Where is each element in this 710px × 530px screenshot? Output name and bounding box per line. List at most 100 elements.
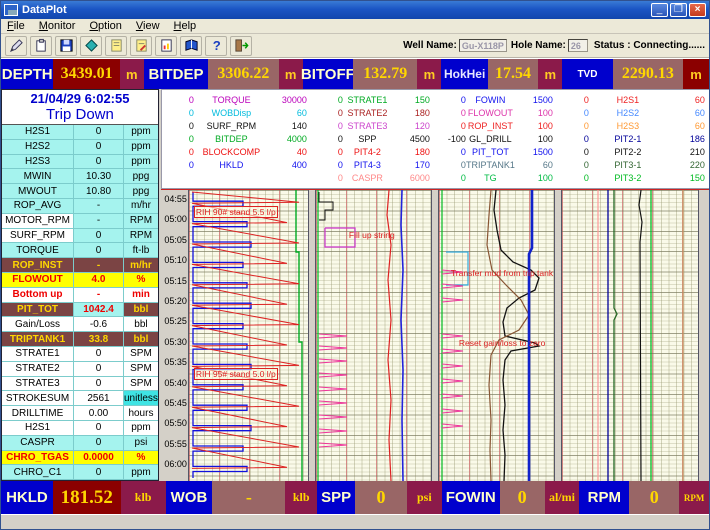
scale-max: 60 (269, 107, 311, 120)
help-icon[interactable]: ? (205, 36, 227, 56)
book-icon[interactable] (180, 36, 202, 56)
edit-icon[interactable] (130, 36, 152, 56)
report-icon[interactable] (155, 36, 177, 56)
annotation-1: Fill up string (349, 230, 395, 240)
param-unit: SPM (124, 347, 158, 361)
param-row-caspr: CASPR0psi (2, 436, 158, 451)
menu-file[interactable]: File (7, 20, 25, 32)
param-unit: psi (124, 436, 158, 450)
curve-scale-header: 0TORQUE300000WOBDisp600SURF_RPM1400BITDE… (161, 89, 710, 189)
param-label: SURF_RPM (2, 229, 74, 243)
scale-name: TG (466, 172, 515, 185)
scale-row-wobdisp: 0WOBDisp60 (162, 107, 311, 120)
param-unit: ppm (124, 140, 158, 154)
param-label: CASPR (2, 436, 74, 450)
scale-max: 186 (667, 133, 709, 146)
close-icon[interactable]: × (689, 3, 706, 17)
hkld-label: HKLD (1, 481, 53, 514)
tvd-value: 2290.13 (613, 59, 683, 89)
param-unit: ppg (124, 169, 158, 183)
scale-row-h2s1: 0H2S160 (557, 94, 709, 107)
minimize-icon[interactable]: _ (651, 3, 668, 17)
param-unit: unitless (124, 391, 158, 405)
well-name-field[interactable]: Gu-X118P (459, 39, 507, 52)
depth-banner: DEPTH3439.01mBITDEP3306.22mBITOFF132.79m… (1, 58, 709, 89)
scale-row-pit2-2: 0PIT2-2210 (557, 146, 709, 159)
depth-value: 3439.01 (53, 59, 119, 89)
param-value: 0 (74, 125, 124, 139)
scale-row-blank (162, 172, 311, 185)
menu-view[interactable]: View (136, 20, 160, 32)
scale-name: H2S2 (589, 107, 667, 120)
depth-unit: m (120, 59, 144, 89)
scale-row-flowout: 0FLOWOUT100 (434, 107, 557, 120)
open-icon[interactable] (5, 36, 27, 56)
param-label: CHRO_TGAS (2, 451, 74, 465)
curve-7 (401, 190, 403, 481)
scale-name: PIT_TOT (466, 146, 515, 159)
scale-row-strate2: 0STRATE2180 (311, 107, 434, 120)
window-title: DataPlot (22, 4, 649, 16)
param-row-triptank1: TRIPTANK133.8bbl (2, 332, 158, 347)
wob-unit: klb (285, 481, 317, 514)
save-icon[interactable] (55, 36, 77, 56)
scale-row-pit3-1: 0PIT3-1220 (557, 159, 709, 172)
scale-row-fowin: 0FOWIN1500 (434, 94, 557, 107)
scale-name: TRIPTANK1 (466, 159, 515, 172)
restore-icon[interactable]: ❐ (670, 3, 687, 17)
scale-row-h2s3: 0H2S360 (557, 120, 709, 133)
param-value: 10.80 (74, 184, 124, 198)
param-value: 0 (74, 465, 124, 479)
scale-min: 0 (311, 133, 343, 146)
hole-name-field[interactable]: 26 (568, 39, 588, 52)
scale-min: 0 (162, 120, 194, 133)
rpm-label: RPM (579, 481, 629, 514)
curve-17 (614, 190, 617, 481)
param-row-h2s3: H2S30ppm (2, 155, 158, 170)
param-label: STRATE3 (2, 377, 74, 391)
exit-icon[interactable] (230, 36, 252, 56)
menu-option[interactable]: Option (89, 20, 121, 32)
scale-min: -100 (434, 133, 466, 146)
scale-max: 210 (667, 146, 709, 159)
rpm-unit: RPM (679, 481, 709, 514)
scale-row-strate1: 0STRATE1150 (311, 94, 434, 107)
note-icon[interactable] (105, 36, 127, 56)
menu-help[interactable]: Help (174, 20, 197, 32)
card-icon[interactable] (80, 36, 102, 56)
curve-4 (319, 192, 333, 220)
param-value: 0 (74, 347, 124, 361)
scale-max: 150 (392, 94, 434, 107)
log-plot: 04:5505:0005:0505:1005:1505:2005:2505:30… (161, 189, 710, 481)
hokhei-unit: m (538, 59, 562, 89)
scale-name: H2S1 (589, 94, 667, 107)
scale-name: WOBDisp (194, 107, 269, 120)
scale-name: FLOWOUT (466, 107, 515, 120)
param-label: TRIPTANK1 (2, 332, 74, 346)
scale-max: 100 (515, 120, 557, 133)
param-value: 0 (74, 155, 124, 169)
param-row-strate1: STRATE10SPM (2, 347, 158, 362)
param-value: -0.6 (74, 317, 124, 331)
bitoff-unit: m (417, 59, 441, 89)
copy-icon[interactable] (30, 36, 52, 56)
menu-monitor[interactable]: Monitor (39, 20, 76, 32)
scale-row-hkld: 0HKLD400 (162, 159, 311, 172)
param-row-strate2: STRATE20SPM (2, 362, 158, 377)
param-row-drilltime: DRILLTIME0.00hours (2, 406, 158, 421)
param-value: 1042.4 (74, 303, 124, 317)
scale-min: 0 (557, 94, 589, 107)
menu-bar: File Monitor Option View Help (1, 19, 709, 34)
scale-min: 0 (434, 159, 466, 172)
param-unit: m/hr (124, 258, 158, 272)
param-unit: ppm (124, 465, 158, 479)
param-label: H2S3 (2, 155, 74, 169)
scale-column-3: 0FOWIN15000FLOWOUT1000ROP_INST100-100GL_… (434, 94, 557, 188)
scale-row-torque: 0TORQUE30000 (162, 94, 311, 107)
param-unit: ppm (124, 155, 158, 169)
scale-row-pit3-2: 0PIT3-2150 (557, 172, 709, 185)
scale-min: 0 (434, 120, 466, 133)
param-row-strate3: STRATE30SPM (2, 377, 158, 392)
param-label: STROKESUM (2, 391, 74, 405)
annotation-4: RIH 95# stand 5.0 l/p (194, 368, 278, 380)
